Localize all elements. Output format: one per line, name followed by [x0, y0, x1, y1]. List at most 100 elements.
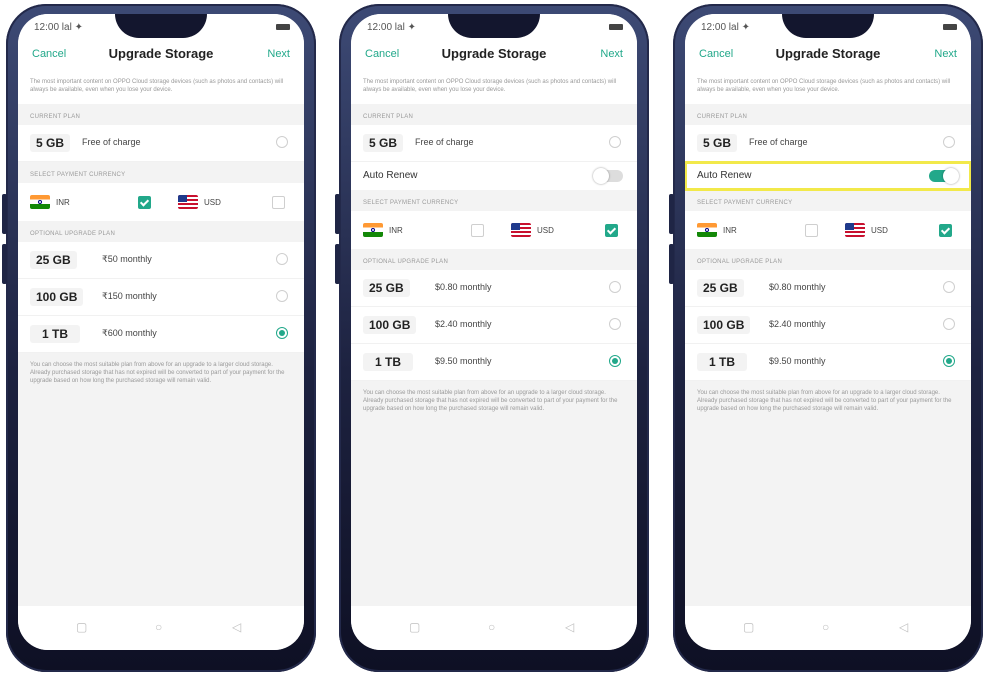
us-flag-icon — [511, 223, 531, 237]
usd-label: USD — [871, 226, 888, 235]
inr-checkbox[interactable] — [805, 224, 818, 237]
plan-row[interactable]: 1 TB ₹600 monthly — [18, 316, 304, 353]
inr-checkbox[interactable] — [471, 224, 484, 237]
recents-icon[interactable]: ▢ — [743, 620, 754, 634]
plan-radio[interactable] — [943, 318, 955, 330]
nav-bar: Cancel Upgrade Storage Next — [351, 40, 637, 70]
home-icon[interactable]: ○ — [488, 620, 495, 634]
auto-renew-toggle[interactable] — [929, 168, 959, 184]
auto-renew-row: Auto Renew — [685, 161, 971, 191]
plan-price: ₹50 monthly — [102, 254, 152, 264]
currency-row: INR USD — [18, 183, 304, 221]
phone-screen: 12:00 lal ✦ Cancel Upgrade Storage Next … — [351, 14, 637, 650]
next-button[interactable]: Next — [600, 48, 623, 60]
plan-radio[interactable] — [943, 136, 955, 148]
current-plan-label: CURRENT PLAN — [363, 114, 414, 120]
current-plan-row[interactable]: 5 GB Free of charge — [685, 125, 971, 162]
camera-notch — [448, 14, 540, 38]
plan-row[interactable]: 25 GB $0.80 monthly — [685, 270, 971, 307]
phone-screen: 12:00 lal ✦ Cancel Upgrade Storage Next … — [18, 14, 304, 650]
recents-icon[interactable]: ▢ — [76, 620, 87, 634]
plan-radio[interactable] — [609, 318, 621, 330]
plan-row[interactable]: 100 GB $2.40 monthly — [351, 307, 637, 344]
back-icon[interactable]: ◁ — [899, 620, 908, 634]
battery-icon — [276, 24, 290, 30]
auto-renew-label: Auto Renew — [697, 170, 752, 181]
plan-price: $0.80 monthly — [769, 282, 826, 292]
description-text: The most important content on OPPO Cloud… — [351, 70, 637, 104]
plan-radio[interactable] — [943, 281, 955, 293]
upgrade-plan-label: OPTIONAL UPGRADE PLAN — [697, 259, 783, 265]
page-title: Upgrade Storage — [775, 46, 881, 61]
system-nav-bar: ▢ ○ ◁ — [685, 606, 971, 650]
plan-size: 25 GB — [363, 279, 410, 297]
usd-label: USD — [204, 198, 221, 207]
plan-radio[interactable] — [609, 136, 621, 148]
usd-checkbox[interactable] — [939, 224, 952, 237]
plan-size: 100 GB — [363, 316, 417, 334]
plan-size: 1 TB — [363, 353, 414, 371]
current-plan-row[interactable]: 5 GB Free of charge — [351, 125, 637, 162]
plan-size: 5 GB — [363, 134, 404, 152]
upgrade-note: You can choose the most suitable plan fr… — [30, 362, 285, 384]
plan-row[interactable]: 100 GB $2.40 monthly — [685, 307, 971, 344]
inr-label: INR — [56, 198, 70, 207]
plan-size: 25 GB — [30, 251, 77, 269]
usd-checkbox[interactable] — [272, 196, 285, 209]
plan-row[interactable]: 25 GB $0.80 monthly — [351, 270, 637, 307]
usd-checkbox[interactable] — [605, 224, 618, 237]
current-plan-label: CURRENT PLAN — [30, 114, 81, 120]
current-plan-row[interactable]: 5 GB Free of charge — [18, 125, 304, 162]
plan-row[interactable]: 25 GB ₹50 monthly — [18, 242, 304, 279]
plan-row[interactable]: 1 TB $9.50 monthly — [351, 344, 637, 381]
plan-radio[interactable] — [276, 253, 288, 265]
plan-price: ₹150 monthly — [102, 291, 157, 301]
camera-notch — [115, 14, 207, 38]
recents-icon[interactable]: ▢ — [409, 620, 420, 634]
plan-radio[interactable] — [943, 355, 955, 367]
battery-icon — [943, 24, 957, 30]
next-button[interactable]: Next — [267, 48, 290, 60]
currency-label: Select Payment Currency — [363, 200, 459, 206]
plan-row[interactable]: 100 GB ₹150 monthly — [18, 279, 304, 316]
back-icon[interactable]: ◁ — [565, 620, 574, 634]
plan-size: 100 GB — [697, 316, 751, 334]
plan-radio[interactable] — [276, 290, 288, 302]
plan-price: Free of charge — [415, 137, 474, 147]
plan-price: $2.40 monthly — [435, 319, 492, 329]
plan-size: 1 TB — [30, 325, 81, 343]
page-title: Upgrade Storage — [108, 46, 214, 61]
plan-price: $0.80 monthly — [435, 282, 492, 292]
plan-radio[interactable] — [276, 136, 288, 148]
currency-label: Select Payment Currency — [697, 200, 793, 206]
upgrade-note: You can choose the most suitable plan fr… — [363, 390, 618, 412]
plan-radio[interactable] — [609, 355, 621, 367]
plan-radio[interactable] — [609, 281, 621, 293]
plan-size: 5 GB — [697, 134, 738, 152]
plan-size: 5 GB — [30, 134, 71, 152]
battery-icon — [609, 24, 623, 30]
plan-price: Free of charge — [749, 137, 808, 147]
back-icon[interactable]: ◁ — [232, 620, 241, 634]
camera-notch — [782, 14, 874, 38]
india-flag-icon — [697, 223, 717, 237]
plan-row[interactable]: 1 TB $9.50 monthly — [685, 344, 971, 381]
currency-row: INR USD — [351, 211, 637, 249]
plan-price: Free of charge — [82, 137, 141, 147]
plan-price: $2.40 monthly — [769, 319, 826, 329]
us-flag-icon — [845, 223, 865, 237]
status-time: 12:00 lal ✦ — [701, 22, 750, 33]
auto-renew-row: Auto Renew — [351, 162, 637, 190]
inr-label: INR — [389, 226, 403, 235]
auto-renew-toggle[interactable] — [593, 168, 623, 184]
inr-checkbox[interactable] — [138, 196, 151, 209]
plan-radio[interactable] — [276, 327, 288, 339]
plan-size: 100 GB — [30, 288, 84, 306]
system-nav-bar: ▢ ○ ◁ — [18, 606, 304, 650]
inr-label: INR — [723, 226, 737, 235]
phone-screen: 12:00 lal ✦ Cancel Upgrade Storage Next … — [685, 14, 971, 650]
home-icon[interactable]: ○ — [822, 620, 829, 634]
home-icon[interactable]: ○ — [155, 620, 162, 634]
next-button[interactable]: Next — [934, 48, 957, 60]
plan-size: 1 TB — [697, 353, 748, 371]
